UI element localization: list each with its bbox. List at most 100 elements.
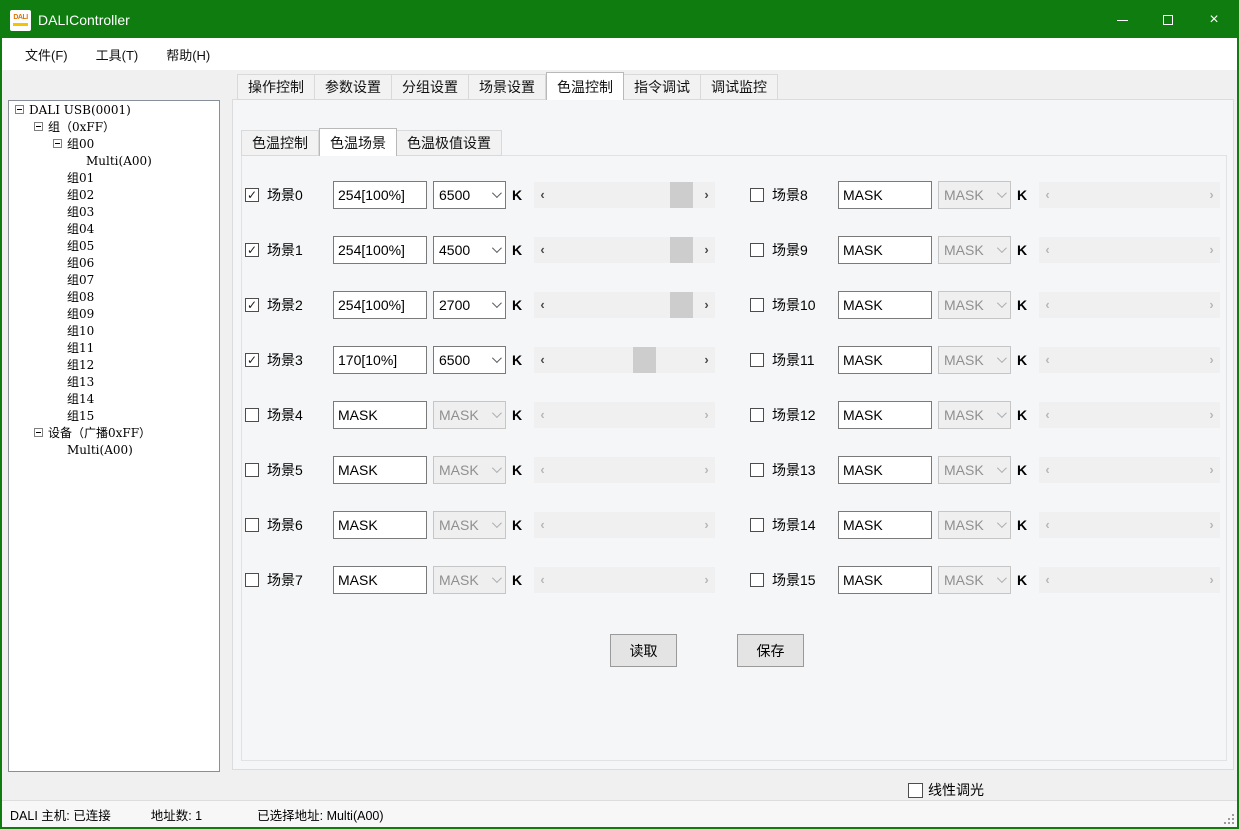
scene-checkbox[interactable]: [245, 463, 259, 477]
slider-track[interactable]: [551, 182, 698, 208]
checkbox-icon[interactable]: ✓: [245, 353, 259, 367]
slider-thumb[interactable]: [670, 292, 693, 318]
checkbox-icon[interactable]: [750, 243, 764, 257]
tree-node-11[interactable]: 组08: [9, 288, 219, 305]
close-button[interactable]: ×: [1191, 2, 1237, 38]
scene-temp-dropdown[interactable]: 2700: [433, 291, 506, 319]
scene-checkbox[interactable]: [750, 408, 764, 422]
scene-temp-dropdown[interactable]: MASK: [433, 401, 506, 429]
minimize-button[interactable]: [1099, 2, 1145, 38]
linear-dimming-checkbox-box[interactable]: [908, 783, 923, 798]
tree-node-12[interactable]: 组09: [9, 305, 219, 322]
tree-node-8[interactable]: 组05: [9, 237, 219, 254]
scene-slider[interactable]: ‹›: [534, 347, 715, 373]
scene-checkbox[interactable]: [245, 408, 259, 422]
tree-expander-icon[interactable]: [53, 139, 62, 148]
scene-level-input[interactable]: [333, 511, 427, 539]
checkbox-icon[interactable]: [750, 353, 764, 367]
scene-checkbox[interactable]: [750, 463, 764, 477]
scene-level-input[interactable]: [838, 511, 932, 539]
slider-thumb[interactable]: [670, 182, 693, 208]
checkbox-icon[interactable]: [750, 463, 764, 477]
scene-temp-dropdown[interactable]: MASK: [938, 401, 1011, 429]
scene-level-input[interactable]: [333, 291, 427, 319]
tab-指令调试[interactable]: 指令调试: [624, 74, 701, 100]
scene-slider[interactable]: ‹›: [534, 292, 715, 318]
slider-left-arrow-icon[interactable]: ‹: [534, 182, 551, 208]
scene-temp-dropdown[interactable]: 6500: [433, 346, 506, 374]
scene-checkbox[interactable]: [750, 298, 764, 312]
slider-right-arrow-icon[interactable]: ›: [698, 292, 715, 318]
tree-node-10[interactable]: 组07: [9, 271, 219, 288]
scene-temp-dropdown[interactable]: MASK: [938, 236, 1011, 264]
slider-right-arrow-icon[interactable]: ›: [698, 237, 715, 263]
subtab-色温控制[interactable]: 色温控制: [241, 130, 319, 156]
slider-track[interactable]: [551, 292, 698, 318]
scene-temp-dropdown[interactable]: MASK: [938, 511, 1011, 539]
tab-参数设置[interactable]: 参数设置: [315, 74, 392, 100]
scene-level-input[interactable]: [333, 456, 427, 484]
scene-temp-dropdown[interactable]: MASK: [433, 511, 506, 539]
checkbox-icon[interactable]: [245, 463, 259, 477]
scene-slider[interactable]: ‹›: [534, 237, 715, 263]
scene-temp-dropdown[interactable]: MASK: [938, 566, 1011, 594]
checkbox-icon[interactable]: [245, 408, 259, 422]
slider-left-arrow-icon[interactable]: ‹: [534, 237, 551, 263]
tab-色温控制[interactable]: 色温控制: [546, 72, 624, 100]
scene-checkbox[interactable]: ✓: [245, 353, 259, 367]
tree-node-15[interactable]: 组12: [9, 356, 219, 373]
scene-level-input[interactable]: [838, 456, 932, 484]
tab-调试监控[interactable]: 调试监控: [701, 74, 778, 100]
tab-场景设置[interactable]: 场景设置: [469, 74, 546, 100]
tree-node-9[interactable]: 组06: [9, 254, 219, 271]
tree-node-5[interactable]: 组02: [9, 186, 219, 203]
scene-temp-dropdown[interactable]: MASK: [938, 346, 1011, 374]
scene-level-input[interactable]: [838, 236, 932, 264]
scene-checkbox[interactable]: [245, 573, 259, 587]
slider-left-arrow-icon[interactable]: ‹: [534, 347, 551, 373]
scene-temp-dropdown[interactable]: MASK: [433, 456, 506, 484]
scene-level-input[interactable]: [333, 346, 427, 374]
checkbox-icon[interactable]: ✓: [245, 188, 259, 202]
scene-checkbox[interactable]: [750, 518, 764, 532]
scene-checkbox[interactable]: ✓: [245, 188, 259, 202]
scene-level-input[interactable]: [838, 566, 932, 594]
scene-slider[interactable]: ‹›: [534, 182, 715, 208]
save-button[interactable]: 保存: [737, 634, 804, 667]
tree-node-13[interactable]: 组10: [9, 322, 219, 339]
scene-level-input[interactable]: [838, 181, 932, 209]
slider-thumb[interactable]: [633, 347, 656, 373]
scene-checkbox[interactable]: [750, 188, 764, 202]
scene-level-input[interactable]: [333, 401, 427, 429]
scene-checkbox[interactable]: [750, 573, 764, 587]
subtab-色温场景[interactable]: 色温场景: [319, 128, 397, 156]
tree-expander-icon[interactable]: [34, 122, 43, 131]
read-button[interactable]: 读取: [610, 634, 677, 667]
slider-track[interactable]: [551, 347, 698, 373]
scene-temp-dropdown[interactable]: MASK: [938, 291, 1011, 319]
checkbox-icon[interactable]: ✓: [245, 298, 259, 312]
tree-expander-icon[interactable]: [34, 428, 43, 437]
scene-checkbox[interactable]: ✓: [245, 298, 259, 312]
slider-right-arrow-icon[interactable]: ›: [698, 347, 715, 373]
linear-dimming-checkbox[interactable]: 线性调光: [908, 780, 984, 800]
scene-temp-dropdown[interactable]: MASK: [938, 181, 1011, 209]
scene-level-input[interactable]: [333, 566, 427, 594]
checkbox-icon[interactable]: [245, 573, 259, 587]
scene-temp-dropdown[interactable]: 6500: [433, 181, 506, 209]
checkbox-icon[interactable]: [750, 408, 764, 422]
tab-分组设置[interactable]: 分组设置: [392, 74, 469, 100]
scene-checkbox[interactable]: ✓: [245, 243, 259, 257]
menu-item-1[interactable]: 工具(T): [82, 41, 153, 68]
resize-grip[interactable]: [1224, 814, 1234, 824]
menu-item-2[interactable]: 帮助(H): [152, 41, 224, 68]
checkbox-icon[interactable]: [750, 573, 764, 587]
scene-temp-dropdown[interactable]: MASK: [938, 456, 1011, 484]
slider-right-arrow-icon[interactable]: ›: [698, 182, 715, 208]
scene-checkbox[interactable]: [750, 353, 764, 367]
menu-item-0[interactable]: 文件(F): [11, 41, 82, 68]
scene-temp-dropdown[interactable]: MASK: [433, 566, 506, 594]
tree-node-16[interactable]: 组13: [9, 373, 219, 390]
slider-thumb[interactable]: [670, 237, 693, 263]
tree-node-0[interactable]: DALI USB(0001): [9, 101, 219, 118]
